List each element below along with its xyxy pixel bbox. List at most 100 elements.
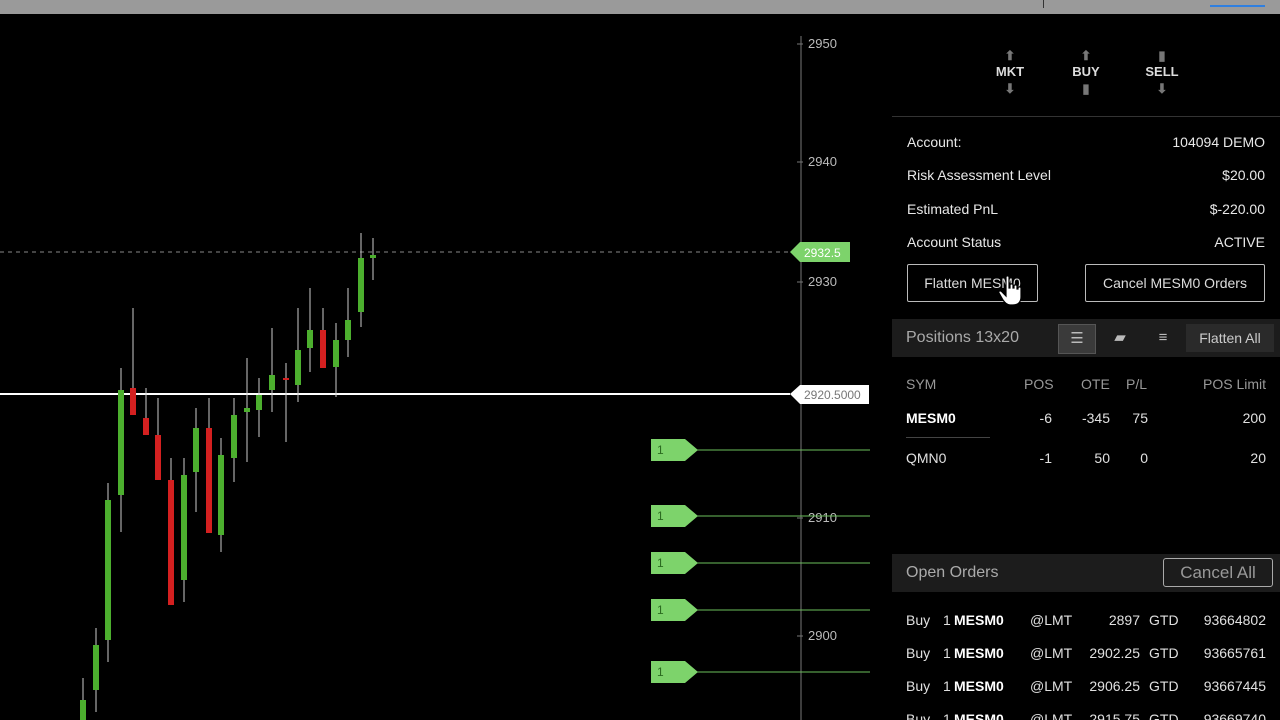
order-marker-label: 1 (657, 603, 664, 617)
order-side: Buy (906, 612, 931, 628)
col-pos-limit: POS Limit (1202, 376, 1266, 392)
order-qty: 1 (943, 645, 951, 661)
order-id: 93665761 (1203, 645, 1266, 661)
candle-up (93, 645, 99, 690)
divider (892, 116, 1280, 117)
candle-up (181, 475, 187, 580)
order-id: 93667445 (1203, 678, 1266, 694)
sell-label: SELL (1145, 64, 1179, 79)
candle-down (320, 330, 326, 368)
menu-icon[interactable]: ≡ (1145, 324, 1181, 352)
order-price: 2906.25 (1089, 678, 1140, 694)
top-bar-divider (1043, 0, 1044, 8)
sell-button[interactable]: ▮ SELL ⬇ (1132, 49, 1192, 95)
order-marker-label: 1 (657, 665, 664, 679)
candle-up (193, 428, 199, 472)
mkt-button[interactable]: ⬆ MKT ⬇ (980, 49, 1040, 95)
list-view-icon[interactable]: ☰ (1058, 324, 1096, 354)
order-qty: 1 (943, 612, 951, 628)
order-sym: MESM0 (954, 612, 1004, 628)
position-limit: 20 (1250, 450, 1266, 466)
order-sym: MESM0 (954, 645, 1004, 661)
order-side: Buy (906, 645, 931, 661)
candle-down (143, 418, 149, 435)
risk-row: Risk Assessment Level $20.00 (907, 167, 1265, 183)
arrow-up-icon: ⬆ (1080, 48, 1092, 63)
candle-up (256, 395, 262, 410)
position-sym: QMN0 (906, 450, 947, 466)
order-qty: 1 (943, 711, 951, 720)
order-type: @LMT (1030, 711, 1073, 720)
order-sym: MESM0 (954, 678, 1004, 694)
last-price-label: 2932.5 (804, 246, 841, 260)
candle-down (130, 388, 136, 415)
table-row[interactable]: QMN0 -1 50 0 20 (906, 450, 1266, 468)
status-label: Account Status (907, 234, 1002, 250)
candle-up (118, 390, 124, 495)
position-pos: -6 (1039, 410, 1052, 426)
top-bar-highlight (1210, 5, 1265, 7)
pnl-row: Estimated PnL $-220.00 (907, 201, 1265, 217)
candle-up (80, 700, 86, 720)
table-row[interactable]: MESM0 -6 -345 75 200 (906, 410, 1266, 428)
list-item[interactable]: Buy 1 MESM0 @LMT 2897 GTD 93664802 (906, 612, 1266, 630)
risk-value: $20.00 (1222, 167, 1265, 183)
candle-up (333, 340, 339, 367)
buy-button[interactable]: ⬆ BUY ▮ (1056, 49, 1116, 95)
order-tif: GTD (1149, 711, 1179, 720)
order-type-buttons: ⬆ MKT ⬇ ⬆ BUY ▮ ▮ SELL ⬇ (892, 49, 1280, 109)
axis-label: 2940 (808, 154, 837, 169)
pnl-label: Estimated PnL (907, 201, 999, 217)
positions-header: Positions 13x20 ☰ ▰ ≡ Flatten All (892, 319, 1280, 357)
axis-label: 2910 (808, 510, 837, 525)
account-label: Account: (907, 134, 962, 150)
candle-down (206, 428, 212, 533)
col-pos: POS (1024, 376, 1054, 392)
positions-table-header: SYM POS OTE P/L POS Limit (906, 376, 1266, 394)
order-sym: MESM0 (954, 711, 1004, 720)
order-tif: GTD (1149, 645, 1179, 661)
list-item[interactable]: Buy 1 MESM0 @LMT 2902.25 GTD 93665761 (906, 645, 1266, 663)
order-id: 93669740 (1203, 711, 1266, 720)
order-type: @LMT (1030, 678, 1073, 694)
account-value: 104094 DEMO (1172, 134, 1265, 150)
order-price: 2902.25 (1089, 645, 1140, 661)
candle-up (218, 455, 224, 535)
position-price-label: 2920.5000 (804, 388, 861, 402)
flatten-all-button[interactable]: Flatten All (1186, 324, 1274, 352)
price-chart[interactable]: 2950 2940 2930 2910 2900 2932.5 2920.5000 1 1 1 1 1 (0, 14, 892, 720)
candle-up (345, 320, 351, 340)
cancel-all-button[interactable]: Cancel All (1163, 558, 1273, 587)
order-marker-label: 1 (657, 509, 664, 523)
position-pl: 0 (1140, 450, 1148, 466)
order-type: @LMT (1030, 612, 1073, 628)
open-orders-title: Open Orders (906, 564, 999, 581)
hand-cursor-icon (998, 275, 1022, 306)
risk-label: Risk Assessment Level (907, 167, 1051, 183)
position-pl: 75 (1132, 410, 1148, 426)
positions-title: Positions 13x20 (906, 329, 1019, 346)
list-item[interactable]: Buy 1 MESM0 @LMT 2906.25 GTD 93667445 (906, 678, 1266, 696)
candle-up (269, 375, 275, 390)
position-limit: 200 (1242, 410, 1266, 426)
candle-up (295, 350, 301, 385)
col-ote: OTE (1081, 376, 1110, 392)
position-pos: -1 (1039, 450, 1052, 466)
mkt-label: MKT (995, 64, 1025, 79)
list-item[interactable]: Buy 1 MESM0 @LMT 2915.75 GTD 93669740 (906, 711, 1266, 720)
order-side: Buy (906, 711, 931, 720)
candle-up (231, 415, 237, 458)
window-top-bar (0, 0, 1280, 14)
order-tif: GTD (1149, 678, 1179, 694)
axis-label: 2900 (808, 628, 837, 643)
book-icon[interactable]: ▰ (1102, 324, 1138, 352)
order-marker-label: 1 (657, 443, 664, 457)
position-ote: 50 (1094, 450, 1110, 466)
cancel-mesm0-orders-button[interactable]: Cancel MESM0 Orders (1085, 264, 1265, 302)
position-ote: -345 (1081, 410, 1110, 426)
order-side: Buy (906, 678, 931, 694)
buy-label: BUY (1072, 64, 1100, 79)
status-row: Account Status ACTIVE (907, 234, 1265, 250)
axis-label: 2950 (808, 36, 837, 51)
order-type: @LMT (1030, 645, 1073, 661)
